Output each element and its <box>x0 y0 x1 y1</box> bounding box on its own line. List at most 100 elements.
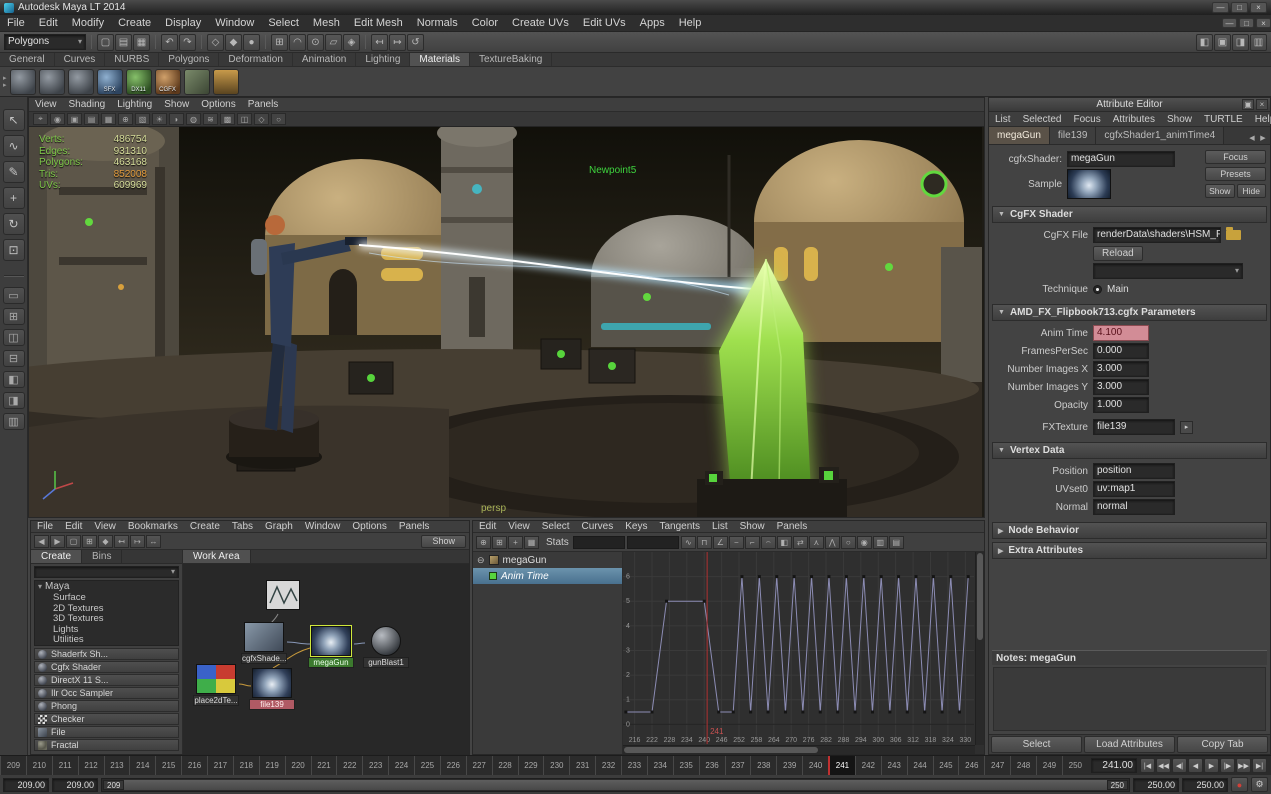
panel-menu-item[interactable]: Tabs <box>226 521 259 532</box>
blinn-material-icon[interactable] <box>9 68 36 95</box>
show-button[interactable]: Show <box>421 534 466 548</box>
footer-button[interactable]: Load Attributes <box>1084 736 1175 753</box>
shelf-tab[interactable]: Deformation <box>219 53 293 66</box>
undo-icon[interactable]: ↶ <box>161 33 178 51</box>
vertex-data-field[interactable]: uv:map1 <box>1093 481 1175 497</box>
footer-button[interactable]: Copy Tab <box>1177 736 1268 753</box>
select-tool-icon[interactable]: ↖ <box>2 109 25 131</box>
collapse-icon[interactable]: ⊖ <box>477 555 485 566</box>
xray-icon[interactable]: ◫ <box>237 113 252 125</box>
frame-tick[interactable]: 239 <box>776 756 802 775</box>
animation-preferences-icon[interactable]: ⚙ <box>1251 777 1268 792</box>
frame-tick[interactable]: 225 <box>414 756 440 775</box>
pan-zoom-icon[interactable]: ⊕ <box>118 113 133 125</box>
frame-tick[interactable]: 232 <box>595 756 621 775</box>
shelf-tab[interactable]: NURBS <box>105 53 160 66</box>
image-plane-icon[interactable]: ▦ <box>101 113 116 125</box>
frame-tick[interactable]: 224 <box>388 756 414 775</box>
vertex-data-field[interactable]: position <box>1093 463 1175 479</box>
panel-menu-item[interactable]: View <box>29 99 63 110</box>
frame-tick[interactable]: 244 <box>906 756 933 775</box>
frame-tick[interactable]: 211 <box>51 756 78 775</box>
gunblast-node[interactable]: gunBlast1 <box>363 626 409 668</box>
vertical-scrollbar[interactable] <box>975 552 984 745</box>
show-button[interactable]: Show <box>1205 184 1235 198</box>
frame-tick[interactable]: 218 <box>232 756 259 775</box>
parameter-value-field[interactable]: 0.000 <box>1093 343 1149 359</box>
collapsed-section-header[interactable]: ▶ Node Behavior <box>992 522 1267 539</box>
place2d-texture-node[interactable]: place2dTe... <box>193 664 239 706</box>
frame-tick[interactable]: 220 <box>284 756 311 775</box>
motion-blur-icon[interactable]: ≋ <box>203 113 218 125</box>
radio-icon[interactable] <box>1093 284 1102 294</box>
frame-tick[interactable]: 231 <box>569 756 595 775</box>
create-filter-dropdown[interactable]: ▾ <box>34 566 179 578</box>
panel-menu-item[interactable]: List <box>706 521 734 532</box>
lock-tangent-weight-icon[interactable]: ◉ <box>856 535 872 549</box>
rotate-tool-icon[interactable]: ↻ <box>2 213 25 235</box>
node-name-field[interactable]: megaGun <box>1067 151 1175 167</box>
notes-textarea[interactable] <box>993 667 1266 731</box>
frame-tick[interactable]: 249 <box>1036 756 1062 775</box>
hypershade-tab[interactable]: Create <box>31 550 83 563</box>
work-area-canvas[interactable]: cgfxShade... megaGun gunBlast1 place2dTe… <box>183 564 469 754</box>
group-divider[interactable] <box>91 35 92 49</box>
file-texture-icon[interactable] <box>183 68 210 95</box>
stats-value-field[interactable] <box>626 535 679 549</box>
fxtexture-field[interactable]: file139 <box>1093 419 1175 435</box>
buffer-curve-snapshot-icon[interactable]: ◧ <box>776 535 792 549</box>
work-area-tab[interactable]: Work Area <box>183 550 251 563</box>
reload-button[interactable]: Reload <box>1093 245 1143 261</box>
shelf-tab[interactable]: Lighting <box>356 53 411 66</box>
four-pane-layout-icon[interactable]: ⊞ <box>2 308 25 325</box>
dx11-shader-icon[interactable]: DX11 <box>125 68 152 95</box>
panel-menu-item[interactable]: Help <box>1249 114 1271 125</box>
frame-tick[interactable]: 223 <box>362 756 388 775</box>
previous-graph-icon[interactable]: ◀ <box>34 534 49 548</box>
bookmarks-icon[interactable]: ▤ <box>84 113 99 125</box>
panel-menu-item[interactable]: Create <box>184 521 226 532</box>
select-object-icon[interactable]: ◆ <box>225 33 242 51</box>
frame-tick[interactable]: 247 <box>984 756 1010 775</box>
outliner-persp-layout-icon[interactable]: ▥ <box>2 413 25 430</box>
tab-scroll-right-icon[interactable]: ▶ <box>1258 134 1268 142</box>
shelf-menu-icon[interactable]: ▸ <box>3 75 7 82</box>
range-start-handle[interactable]: 209 <box>103 779 125 790</box>
frame-tick[interactable]: 236 <box>698 756 725 775</box>
material-create-button[interactable]: DirectX 11 S... <box>34 674 179 686</box>
time-snap-icon[interactable]: ▥ <box>872 535 888 549</box>
attribute-editor-tab[interactable]: file139 <box>1049 127 1097 144</box>
move-tool-icon[interactable]: + <box>2 187 25 209</box>
frame-tick[interactable]: 210 <box>25 756 52 775</box>
shaderfx-icon[interactable]: SFX <box>96 68 123 95</box>
group-divider[interactable] <box>365 35 366 49</box>
viewport-scene-3d[interactable]: Newpoint5 persp <box>29 127 982 517</box>
linear-tangents-icon[interactable]: ∠ <box>712 535 728 549</box>
panel-menu-item[interactable]: Show <box>734 521 771 532</box>
parameter-value-field[interactable]: 4.100 <box>1093 325 1149 341</box>
shadows-icon[interactable]: ◗ <box>169 113 184 125</box>
frame-tick[interactable]: 219 <box>258 756 285 775</box>
menu-item[interactable]: Apps <box>633 15 672 32</box>
quick-layout-icon[interactable]: ◨ <box>1232 33 1249 51</box>
step-back-key-button[interactable]: ◀◀ <box>1156 758 1171 773</box>
material-create-button[interactable]: Phong <box>34 700 179 712</box>
menu-item[interactable]: Select <box>261 15 306 32</box>
frame-tick[interactable]: 238 <box>750 756 776 775</box>
menu-item[interactable]: Create <box>111 15 158 32</box>
go-to-start-button[interactable]: |◀ <box>1140 758 1155 773</box>
attribute-editor-tab[interactable]: cgfxShader1_animTime4 <box>1096 127 1225 144</box>
oversampling-icon[interactable]: ▧ <box>135 113 150 125</box>
animation-end-field[interactable]: 250.00 <box>1182 777 1228 792</box>
free-tangent-weight-icon[interactable]: ○ <box>840 535 856 549</box>
animation-curve-chart[interactable]: 216 222 228 234 240 246 252 258 264 270 276 282 288 2… <box>623 552 974 744</box>
insert-keys-tool-icon[interactable]: ⊞ <box>492 535 507 549</box>
megagun-node[interactable]: megaGun <box>308 625 354 668</box>
menu-item[interactable]: Display <box>158 15 208 32</box>
time-slider-track[interactable]: 209 210 211 212 213 214 215 216 217 218 219 220 221 2… <box>0 756 1088 775</box>
menu-item[interactable]: Create UVs <box>505 15 576 32</box>
play-forwards-button[interactable]: ▶ <box>1204 758 1219 773</box>
snap-to-point-icon[interactable]: ⊙ <box>307 33 324 51</box>
section-cgfx-parameters[interactable]: ▼ AMD_FX_Flipbook713.cgfx Parameters <box>992 304 1267 321</box>
footer-button[interactable]: Select <box>991 736 1082 753</box>
